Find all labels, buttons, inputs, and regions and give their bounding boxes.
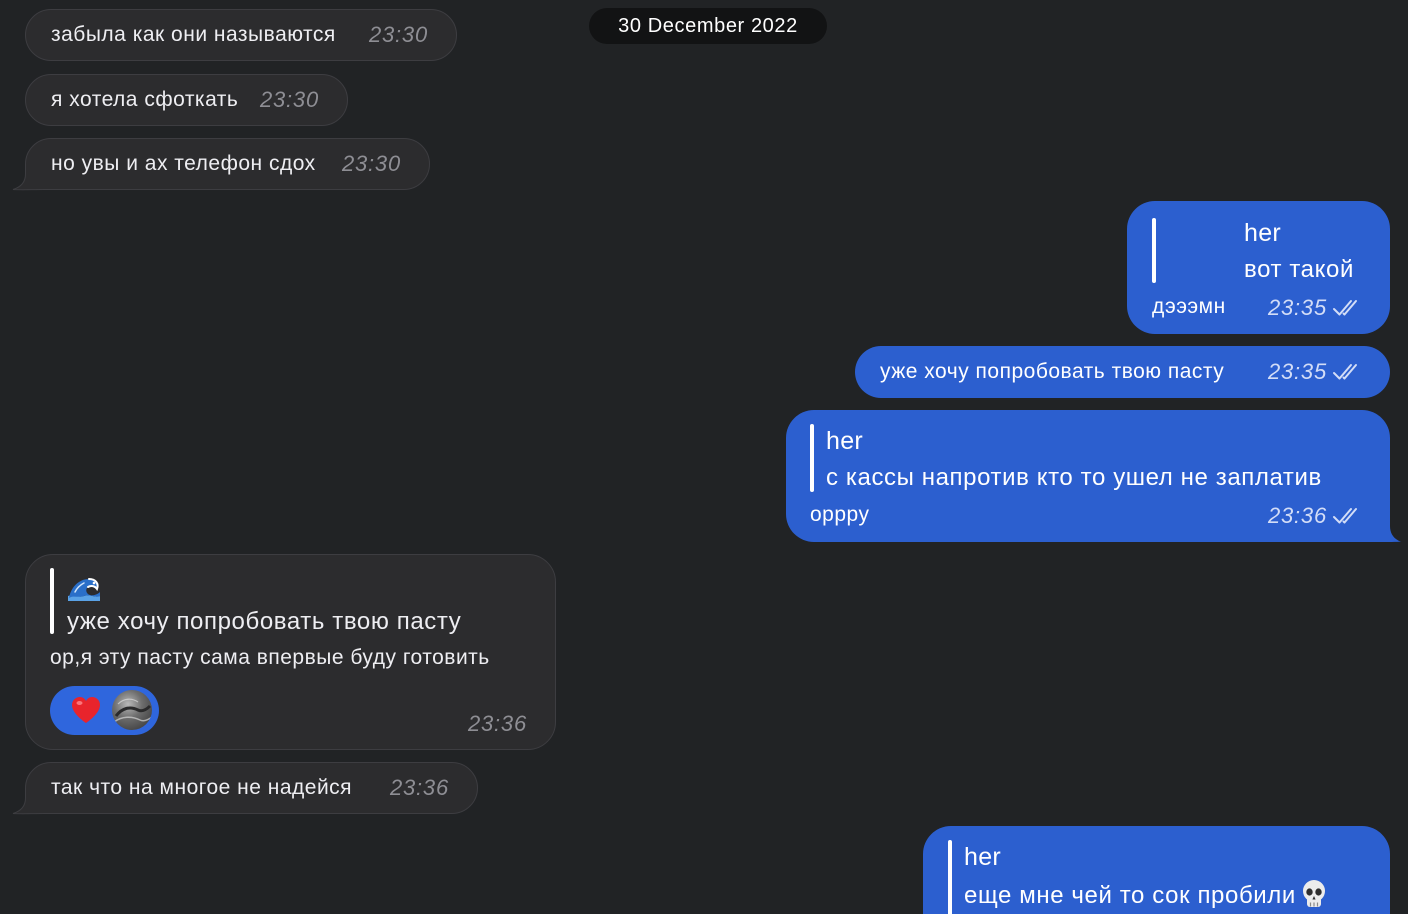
reply-author: her	[826, 427, 864, 455]
reply-preview[interactable]: her еще мне чей то сок пробили	[923, 826, 1390, 914]
message-bubble[interactable]: уже хочу попробовать твою пасту ор,я эту…	[25, 554, 556, 750]
message-text: так что на многое не надейся	[51, 776, 353, 799]
message-time: 23:36	[389, 775, 449, 800]
reply-text: еще мне чей то сок пробили	[964, 882, 1296, 909]
reply-preview[interactable]: her с кассы напротив кто то ушел не запл…	[786, 410, 1390, 494]
skull-emoji-icon	[1302, 880, 1325, 907]
double-check-icon	[1333, 364, 1357, 380]
message-text: уже хочу попробовать твою пасту	[880, 360, 1225, 383]
chat-history[interactable]: 30 December 2022 забыла как они называют…	[0, 0, 1408, 914]
message-bubble[interactable]: her еще мне чей то сок пробили	[923, 826, 1390, 914]
reply-author: her	[1244, 219, 1282, 247]
double-check-icon	[1333, 300, 1357, 316]
message-bubble[interactable]: her вот такой дэээмн 23:35	[1127, 201, 1390, 334]
reply-preview[interactable]: her вот такой	[1127, 201, 1390, 287]
message-bubble[interactable]: так что на многое не надейся 23:36	[25, 762, 478, 814]
date-separator: 30 December 2022	[589, 8, 827, 44]
message-meta: 23:36	[1268, 503, 1362, 529]
message-text: дэээмн	[1152, 295, 1226, 318]
reaction-heart[interactable]	[50, 686, 159, 735]
message-time: 23:36	[1267, 503, 1327, 528]
reply-text: вот такой	[1244, 256, 1354, 283]
message-bubble[interactable]: я хотела сфоткать 23:30	[25, 74, 348, 126]
message-time: 23:30	[368, 22, 428, 47]
message-time: 23:30	[341, 151, 401, 176]
message-text: забыла как они называются	[51, 23, 336, 46]
message-text: оррру	[810, 503, 870, 526]
reply-author: her	[964, 843, 1002, 871]
date-label: 30 December 2022	[618, 14, 798, 37]
reply-text: уже хочу попробовать твою пасту	[67, 608, 462, 635]
reply-preview[interactable]: уже хочу попробовать твою пасту	[26, 555, 555, 639]
message-time: 23:35	[1267, 359, 1327, 384]
message-bubble[interactable]: her с кассы напротив кто то ушел не запл…	[786, 410, 1390, 542]
reply-text-line: еще мне чей то сок пробили	[964, 879, 1329, 910]
reply-quote-bar	[1152, 218, 1156, 283]
double-check-icon	[1333, 508, 1357, 524]
reply-quote-bar	[810, 424, 814, 492]
message-time: 23:30	[259, 87, 319, 112]
reactor-avatar	[112, 690, 152, 730]
message-text: ор,я эту пасту сама впервые буду готовит…	[50, 646, 490, 669]
message-bubble[interactable]: уже хочу попробовать твою пасту 23:35	[855, 346, 1390, 398]
reply-text: с кассы напротив кто то ушел не заплатив	[826, 464, 1322, 491]
message-meta: 23:35	[1268, 295, 1362, 321]
message-time: 23:35	[1267, 295, 1327, 320]
message-bubble[interactable]: забыла как они называются 23:30	[25, 9, 457, 61]
message-time: 23:36	[467, 711, 527, 736]
reply-quote-bar	[948, 840, 952, 914]
message-text: я хотела сфоткать	[51, 88, 239, 111]
red-heart-emoji-icon	[72, 697, 100, 723]
message-bubble[interactable]: но увы и ах телефон сдох 23:30	[25, 138, 430, 190]
water-wave-emoji-icon	[68, 578, 100, 601]
reply-quote-bar	[50, 568, 54, 634]
message-meta: 23:35	[1268, 359, 1362, 385]
message-text: но увы и ах телефон сдох	[51, 152, 316, 175]
